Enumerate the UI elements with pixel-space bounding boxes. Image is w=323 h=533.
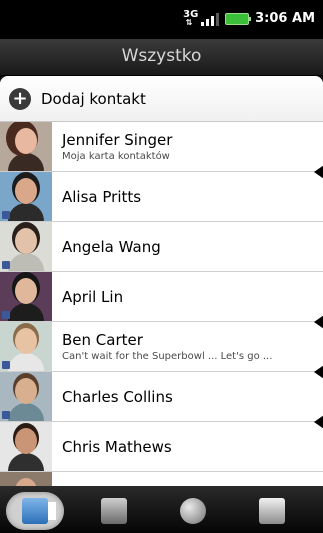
contact-row[interactable]: Angela Wang	[0, 222, 323, 272]
contact-name: Jennifer Singer	[62, 131, 173, 149]
contact-row[interactable]: Chris Mathews	[0, 415, 323, 472]
plus-icon: +	[9, 87, 31, 110]
facebook-badge-icon	[2, 361, 10, 369]
contact-photo	[0, 422, 52, 471]
contact-photo	[0, 372, 52, 421]
contact-subtitle: Moja karta kontaktów	[62, 151, 170, 162]
contact-name: Charles Collins	[62, 387, 173, 406]
contact-photo	[0, 222, 52, 271]
bottom-tab-bar	[0, 486, 323, 533]
call-history-icon	[259, 498, 285, 524]
contacts-card-icon	[22, 498, 48, 524]
contact-name: Alisa Pritts	[62, 187, 142, 206]
status-bar: 3G ⇅ 3:06 AM	[0, 0, 323, 39]
facebook-badge-icon	[2, 311, 10, 319]
contact-row[interactable]: Alisa Pritts	[0, 165, 323, 222]
contacts-list[interactable]: + Dodaj kontakt Jennifer Singer Moja kar…	[0, 76, 323, 486]
tab-call-history[interactable]	[243, 492, 301, 530]
tab-all-contacts[interactable]	[6, 492, 64, 530]
phone-screen: 3G ⇅ 3:06 AM Wszystko + Dodaj kontakt Je…	[0, 0, 323, 533]
facebook-badge-icon	[2, 261, 10, 269]
facebook-badge-icon	[2, 211, 10, 219]
contact-name: April Lin	[62, 287, 124, 306]
contact-photo	[0, 172, 52, 221]
network-3g-icon: 3G ⇅	[183, 9, 199, 27]
add-contact-button[interactable]: + Dodaj kontakt	[0, 76, 323, 122]
battery-icon	[225, 12, 252, 25]
contact-name: Angela Wang	[62, 237, 161, 256]
add-contact-label: Dodaj kontakt	[41, 89, 146, 108]
contact-row[interactable]	[0, 472, 323, 486]
tab-online-directories[interactable]	[164, 492, 222, 530]
page-title: Wszystko	[121, 46, 202, 66]
contact-row[interactable]: Jennifer Singer Moja karta kontaktów	[0, 122, 323, 172]
contact-status-message: Can't wait for the Superbowl ... Let's g…	[62, 351, 273, 362]
contact-row[interactable]: Ben Carter Can't wait for the Superbowl …	[0, 315, 323, 372]
status-indicators: 3G ⇅ 3:06 AM	[183, 10, 315, 27]
contact-photo	[0, 122, 52, 171]
tab-groups[interactable]	[85, 492, 143, 530]
facebook-badge-icon	[2, 411, 10, 419]
signal-strength-icon	[201, 12, 220, 26]
contact-row[interactable]: Charles Collins	[0, 365, 323, 422]
contact-name: Chris Mathews	[62, 437, 172, 456]
contact-name: Ben Carter	[62, 331, 143, 349]
title-bar: Wszystko	[0, 39, 323, 76]
contact-row[interactable]: April Lin	[0, 272, 323, 322]
contact-photo	[0, 322, 52, 371]
contact-photo	[0, 272, 52, 321]
globe-online-directories-icon	[180, 498, 206, 524]
contact-photo	[0, 472, 52, 486]
groups-icon	[101, 498, 127, 524]
clock-time: 3:06 AM	[255, 11, 315, 26]
